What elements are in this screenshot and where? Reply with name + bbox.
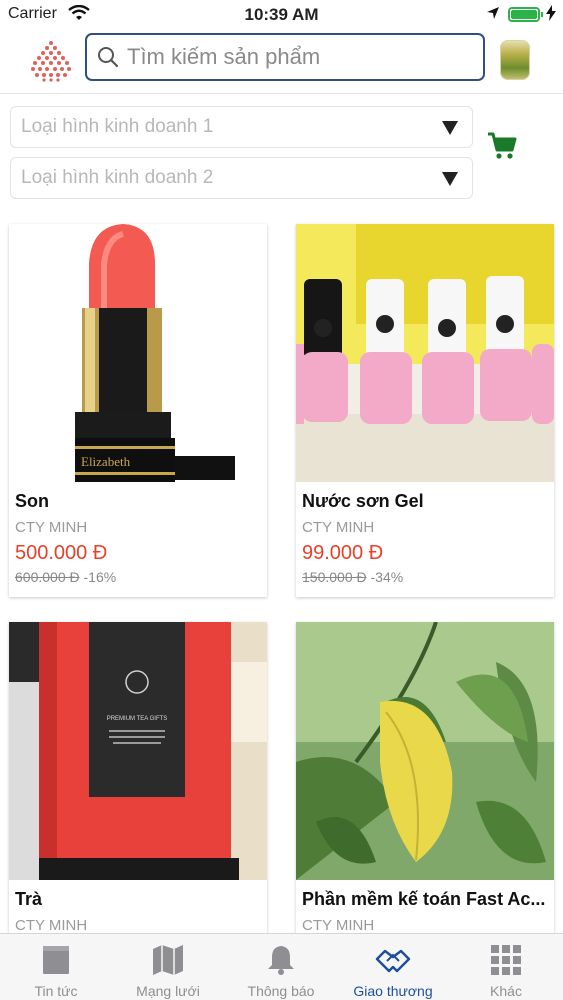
news-icon xyxy=(0,942,112,978)
search-bar[interactable] xyxy=(85,33,485,81)
tea-box-text: PREMIUM TEA GIFTS xyxy=(107,716,168,722)
handshake-icon xyxy=(337,942,449,978)
product-old-price: 600.000 Đ xyxy=(15,569,80,585)
tab-more-label: Khác xyxy=(490,983,522,999)
product-seller: CTY MINH xyxy=(302,519,375,536)
product-image-tea: PREMIUM TEA GIFTS xyxy=(9,622,267,880)
tab-notifications-label: Thông báo xyxy=(247,983,315,999)
product-name: Phần mềm kế toán Fast Ac... xyxy=(302,889,546,909)
charging-icon xyxy=(546,5,556,24)
status-time: 10:39 AM xyxy=(244,5,319,24)
product-old-price: 150.000 Đ xyxy=(302,569,367,585)
product-price: 500.000 Đ xyxy=(15,542,108,564)
map-icon xyxy=(112,942,224,978)
product-name: Nước sơn Gel xyxy=(302,491,424,511)
bottom-tab-bar: Tin tức Mạng lưới Thông báo Giao thương … xyxy=(0,933,563,1000)
tab-network-label: Mạng lưới xyxy=(136,983,200,999)
app-header xyxy=(0,28,563,94)
grid-icon xyxy=(450,942,562,978)
user-avatar[interactable] xyxy=(500,40,530,80)
search-icon xyxy=(97,46,119,73)
product-price: 99.000 Đ xyxy=(302,542,384,564)
product-seller: CTY MINH xyxy=(302,917,375,933)
app-logo[interactable] xyxy=(28,40,74,82)
cart-icon xyxy=(488,132,517,159)
product-name: Trà xyxy=(15,889,43,909)
product-old-price-row: 600.000 Đ -16% xyxy=(15,569,116,585)
product-card[interactable]: Nước sơn Gel CTY MINH 99.000 Đ 150.000 Đ… xyxy=(296,224,554,597)
cart-button[interactable] xyxy=(486,130,518,167)
product-card[interactable]: PREMIUM TEA GIFTS Trà CTY MINH xyxy=(9,622,267,933)
tab-more[interactable]: Khác xyxy=(450,934,562,1000)
battery-tip xyxy=(541,12,543,17)
tab-news[interactable]: Tin tức xyxy=(0,934,112,1000)
product-card[interactable]: Phần mềm kế toán Fast Ac... CTY MINH xyxy=(296,622,554,933)
business-type-2-label: Loại hình kinh doanh 2 xyxy=(21,167,214,188)
tab-trade-label: Giao thương xyxy=(353,983,433,999)
business-type-1-label: Loại hình kinh doanh 1 xyxy=(21,116,214,137)
product-name: Son xyxy=(15,491,49,511)
battery-icon xyxy=(508,7,540,22)
logo-icon xyxy=(31,41,71,82)
product-seller: CTY MINH xyxy=(15,519,88,536)
product-card[interactable]: Elizabeth Son CTY MINH 500.000 Đ 600.000… xyxy=(9,224,267,597)
product-image-lipstick: Elizabeth xyxy=(9,224,267,482)
search-input[interactable] xyxy=(127,41,472,73)
tab-news-label: Tin tức xyxy=(34,983,78,999)
product-old-price-row: 150.000 Đ -34% xyxy=(302,569,403,585)
product-discount: -16% xyxy=(83,569,117,585)
business-type-1-select[interactable]: Loại hình kinh doanh 1 xyxy=(10,106,473,148)
product-image-leaves xyxy=(296,622,554,880)
dropdown-arrow-icon xyxy=(442,172,458,186)
location-arrow-icon xyxy=(486,6,500,25)
business-type-2-select[interactable]: Loại hình kinh doanh 2 xyxy=(10,157,473,199)
lipstick-brand-text: Elizabeth xyxy=(81,454,131,469)
product-discount: -34% xyxy=(370,569,404,585)
tab-network[interactable]: Mạng lưới xyxy=(112,934,224,1000)
status-bar: Carrier 10:39 AM xyxy=(0,0,563,30)
product-image-gel-polish xyxy=(296,224,554,482)
bell-icon xyxy=(225,942,337,978)
product-seller: CTY MINH xyxy=(15,917,88,933)
tab-trade[interactable]: Giao thương xyxy=(337,934,449,1000)
dropdown-arrow-icon xyxy=(442,121,458,135)
tab-notifications[interactable]: Thông báo xyxy=(225,934,337,1000)
